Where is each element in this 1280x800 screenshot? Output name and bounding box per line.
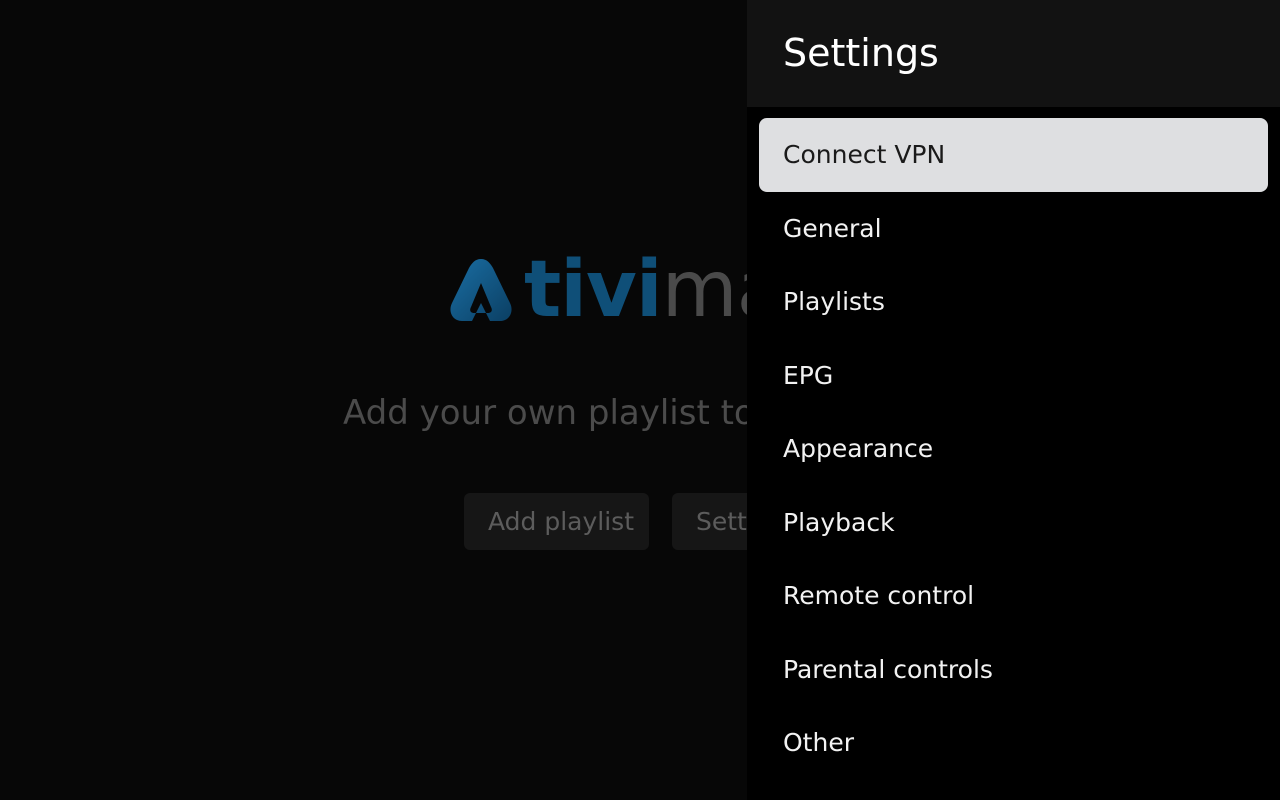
settings-drawer: Settings Connect VPN General Playlists E…	[747, 0, 1280, 800]
settings-menu: Connect VPN General Playlists EPG Appear…	[759, 118, 1268, 780]
menu-item-playlists[interactable]: Playlists	[759, 265, 1268, 339]
add-playlist-button[interactable]: Add playlist	[464, 493, 649, 550]
menu-item-other[interactable]: Other	[759, 706, 1268, 780]
drawer-header: Settings	[747, 0, 1280, 107]
menu-item-general[interactable]: General	[759, 192, 1268, 266]
menu-item-playback[interactable]: Playback	[759, 486, 1268, 560]
menu-item-connect-vpn[interactable]: Connect VPN	[759, 118, 1268, 192]
tivimate-logo-icon	[450, 259, 512, 321]
menu-item-epg[interactable]: EPG	[759, 339, 1268, 413]
logo-wordmark-part1: tivi	[524, 245, 663, 335]
app-screen: tivimate Add your own playlist to start …	[0, 0, 1280, 800]
menu-item-remote-control[interactable]: Remote control	[759, 559, 1268, 633]
menu-item-parental-controls[interactable]: Parental controls	[759, 633, 1268, 707]
drawer-title: Settings	[783, 31, 939, 75]
menu-item-appearance[interactable]: Appearance	[759, 412, 1268, 486]
